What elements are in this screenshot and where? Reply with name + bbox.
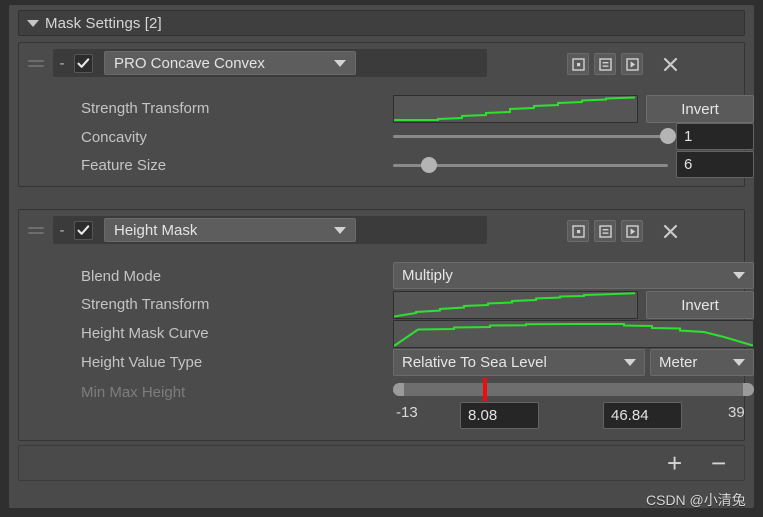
drag-handle-icon[interactable] xyxy=(25,59,47,67)
module-type-dropdown[interactable]: Height Mask xyxy=(104,218,356,242)
row-label-height-value-type: Height Value Type xyxy=(81,350,202,374)
module-close-button[interactable] xyxy=(657,53,683,75)
chevron-down-icon xyxy=(334,59,346,67)
list-icon[interactable] xyxy=(594,220,616,242)
preset-icon[interactable] xyxy=(567,220,589,242)
slider-concavity[interactable] xyxy=(393,124,676,148)
module-header-actions-pro-concave-convex xyxy=(567,53,683,75)
label-text: Height Mask Curve xyxy=(81,324,209,342)
range-handle-min[interactable] xyxy=(393,383,404,396)
value-field-min-height[interactable]: 8.08 xyxy=(460,402,539,429)
label-text: Strength Transform xyxy=(81,99,210,117)
label-text: Concavity xyxy=(81,128,147,146)
slider-feature-size[interactable] xyxy=(393,153,668,177)
label-text: Blend Mode xyxy=(81,267,162,285)
value-field-concavity[interactable]: 1 xyxy=(676,123,754,150)
dropdown-height-unit[interactable]: Meter xyxy=(650,349,754,376)
dropdown-value: Meter xyxy=(659,354,698,371)
triangle-down-icon[interactable] xyxy=(27,19,39,27)
module-type-value: Height Mask xyxy=(114,221,198,239)
row-label-strength-transform-1: Strength Transform xyxy=(81,96,209,120)
page-title: Mask Settings [2] xyxy=(45,14,162,32)
row-label-height-mask-curve: Height Mask Curve xyxy=(81,321,209,345)
dropdown-value: Multiply xyxy=(402,267,453,284)
chevron-down-icon xyxy=(733,359,745,366)
inspector-window: Mask Settings [2] - PRO Concave Convex S… xyxy=(0,0,763,517)
dropdown-value: Relative To Sea Level xyxy=(402,354,547,371)
check-icon xyxy=(77,224,90,235)
module-card-height-mask: - Height Mask Blend Mode Multiply Streng… xyxy=(18,209,754,441)
label-text: Strength Transform xyxy=(81,295,210,313)
value-text: 46.84 xyxy=(611,407,649,424)
invert-button-1[interactable]: Invert xyxy=(646,95,754,123)
chevron-down-icon xyxy=(334,226,346,234)
list-icon[interactable] xyxy=(594,53,616,75)
play-icon[interactable] xyxy=(621,53,643,75)
row-label-strength-transform-2: Strength Transform xyxy=(81,292,209,316)
module-type-value: PRO Concave Convex xyxy=(114,54,265,72)
module-enabled-checkbox[interactable] xyxy=(74,220,93,240)
dropdown-height-value-type[interactable]: Relative To Sea Level xyxy=(393,349,645,376)
module-header-height-mask: - Height Mask xyxy=(28,216,487,244)
chevron-down-icon xyxy=(733,272,745,279)
range-min-label: -13 xyxy=(396,404,418,421)
sea-level-marker xyxy=(483,378,488,401)
range-handle-max[interactable] xyxy=(743,383,754,396)
module-header-pro-concave-convex: - PRO Concave Convex xyxy=(28,49,487,77)
row-label-feature-size: Feature Size xyxy=(81,153,166,177)
label-text: Feature Size xyxy=(81,156,167,174)
module-collapse-toggle[interactable]: - xyxy=(53,55,71,72)
add-module-button[interactable]: + xyxy=(667,450,682,476)
value-text: 8.08 xyxy=(468,407,498,424)
curve-field-height-mask-curve[interactable] xyxy=(393,320,754,348)
curve-field-strength-transform-1[interactable] xyxy=(393,95,638,123)
curve-field-strength-transform-2[interactable] xyxy=(393,291,638,319)
value-text: 6 xyxy=(684,156,693,173)
play-icon[interactable] xyxy=(621,220,643,242)
module-header-actions-height-mask xyxy=(567,220,683,242)
module-type-dropdown[interactable]: PRO Concave Convex xyxy=(104,51,356,75)
row-label-min-max-height: Min Max Height xyxy=(81,380,185,404)
label-text: Height Value Type xyxy=(81,353,203,371)
range-max-label: 39 xyxy=(728,404,745,421)
value-field-feature-size[interactable]: 6 xyxy=(676,151,754,178)
module-close-button[interactable] xyxy=(657,220,683,242)
label-text: Min Max Height xyxy=(81,383,186,401)
row-label-blend-mode: Blend Mode xyxy=(81,264,161,288)
invert-label: Invert xyxy=(681,100,719,118)
close-icon xyxy=(663,224,677,238)
watermark-text: CSDN @小清兔 xyxy=(646,492,746,508)
invert-label: Invert xyxy=(681,296,719,314)
module-enabled-checkbox[interactable] xyxy=(74,53,93,73)
row-label-concavity: Concavity xyxy=(81,125,147,149)
preset-icon[interactable] xyxy=(567,53,589,75)
close-icon xyxy=(663,57,677,71)
invert-button-2[interactable]: Invert xyxy=(646,291,754,319)
value-field-max-height[interactable]: 46.84 xyxy=(603,402,682,429)
chevron-down-icon xyxy=(624,359,636,366)
inspector-shell: Mask Settings [2] - PRO Concave Convex S… xyxy=(8,4,755,509)
module-list-footer: + − xyxy=(18,445,745,481)
dropdown-blend-mode[interactable]: Multiply xyxy=(393,262,754,289)
min-max-range-slider[interactable] xyxy=(393,378,754,401)
drag-handle-icon[interactable] xyxy=(25,226,47,234)
remove-module-button[interactable]: − xyxy=(711,450,726,476)
mask-settings-foldout[interactable]: Mask Settings [2] xyxy=(18,10,745,36)
module-card-pro-concave-convex: - PRO Concave Convex Strength Transform … xyxy=(18,42,754,187)
check-icon xyxy=(77,57,90,68)
value-text: 1 xyxy=(684,128,693,145)
module-collapse-toggle[interactable]: - xyxy=(53,222,71,239)
